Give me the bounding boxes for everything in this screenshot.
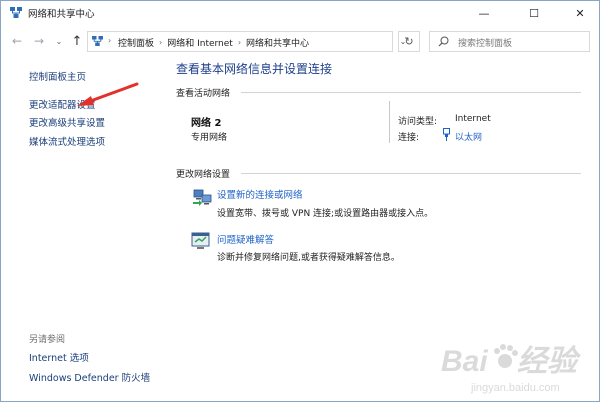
troubleshoot-problems-description: 诊断并修复网络问题,或者获得疑难解答信息。: [217, 253, 400, 263]
network-sharing-center-window: 网络和共享中心 — ☐ ✕ ← → ⌄ ↑ › 控制面板 › 网络和 Inter…: [0, 0, 600, 402]
breadcrumb-separator[interactable]: ›: [238, 38, 241, 47]
navigation-bar: ← → ⌄ ↑ › 控制面板 › 网络和 Internet › 网络和共享中心 …: [1, 27, 599, 55]
vertical-divider: [389, 101, 390, 143]
change-network-settings-heading: 更改网络设置: [176, 170, 231, 180]
breadcrumb-control-panel[interactable]: 控制面板: [118, 36, 154, 49]
setup-new-connection-link[interactable]: 设置新的连接或网络: [217, 187, 303, 201]
forward-button[interactable]: →: [31, 33, 47, 49]
svg-text:jingyan.baidu.com: jingyan.baidu.com: [470, 382, 560, 394]
recent-locations-button[interactable]: ⌄: [51, 33, 67, 49]
breadcrumb: 控制面板 › 网络和 Internet › 网络和共享中心: [118, 36, 309, 49]
breadcrumb-network-internet[interactable]: 网络和 Internet: [167, 36, 233, 49]
refresh-button[interactable]: ↻: [398, 31, 420, 52]
section-divider: [241, 92, 581, 93]
search-icon: [438, 36, 449, 47]
address-bar[interactable]: › 控制面板 › 网络和 Internet › 网络和共享中心: [87, 31, 393, 52]
see-also-label: 另请参阅: [29, 335, 66, 345]
minimize-button[interactable]: —: [467, 1, 501, 25]
breadcrumb-separator: ›: [108, 36, 112, 45]
svg-text:经验: 经验: [517, 344, 581, 378]
page-title: 查看基本网络信息并设置连接: [176, 62, 333, 76]
network-type: 专用网络: [191, 133, 228, 143]
control-panel-icon: [92, 36, 103, 46]
maximize-button[interactable]: ☐: [517, 1, 551, 25]
see-also-windows-defender-firewall[interactable]: Windows Defender 防火墙: [29, 370, 150, 384]
network-setup-icon: [193, 189, 212, 206]
active-networks-heading: 查看活动网络: [176, 89, 231, 99]
close-button[interactable]: ✕: [563, 1, 597, 25]
breadcrumb-network-sharing-center[interactable]: 网络和共享中心: [246, 36, 309, 49]
access-type-label: 访问类型:: [398, 117, 438, 127]
ethernet-connection-link[interactable]: 以太网: [455, 130, 482, 143]
network-name: 网络 2: [191, 118, 222, 129]
red-arrow-annotation: [77, 82, 139, 106]
breadcrumb-separator[interactable]: ›: [159, 38, 162, 47]
up-button[interactable]: ↑: [69, 33, 85, 49]
ethernet-icon: [443, 128, 450, 141]
baidu-jingyan-watermark: Bai 经验 jingyan.baidu.com: [441, 344, 581, 394]
sidebar-item-advanced-sharing-settings[interactable]: 更改高级共享设置: [29, 115, 105, 129]
section-divider: [241, 173, 581, 174]
troubleshoot-problems-link[interactable]: 问题疑难解答: [217, 232, 274, 246]
sidebar-item-media-streaming-options[interactable]: 媒体流式处理选项: [29, 134, 105, 148]
search-placeholder: 搜索控制面板: [458, 39, 513, 49]
see-also-internet-options[interactable]: Internet 选项: [29, 350, 89, 364]
connections-label: 连接:: [398, 133, 420, 143]
window-title: 网络和共享中心: [28, 9, 95, 20]
search-box[interactable]: 搜索控制面板: [429, 31, 590, 52]
svg-text:Bai: Bai: [441, 345, 488, 378]
troubleshoot-icon: [191, 232, 210, 249]
access-type-value: Internet: [455, 114, 491, 124]
setup-new-connection-description: 设置宽带、拨号或 VPN 连接;或设置路由器或接入点。: [217, 209, 434, 219]
back-button[interactable]: ←: [9, 33, 25, 49]
network-app-icon: [10, 7, 22, 18]
title-bar: 网络和共享中心 — ☐ ✕: [1, 1, 599, 25]
